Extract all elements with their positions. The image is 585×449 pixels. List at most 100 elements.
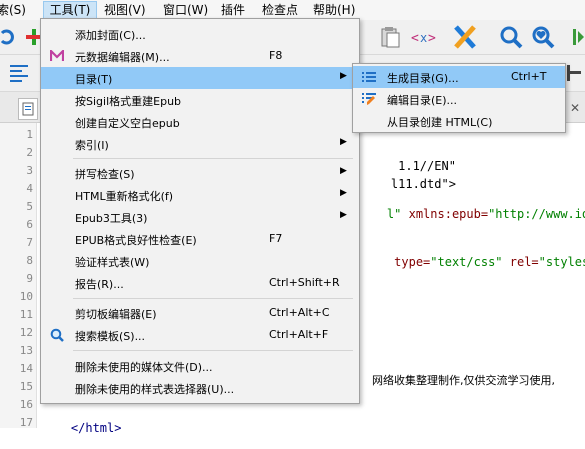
line-number-gutter: 1 2 3 4 5 6 7 8 9 10 11 12 13 14 15 16 1…	[0, 123, 37, 429]
line-number: 3	[26, 164, 33, 177]
menu-item-label: 按Sigil格式重建Epub	[75, 95, 182, 108]
search-template-icon	[49, 327, 65, 343]
menu-item-html-reformat[interactable]: HTML重新格式化(f) ▶	[41, 184, 359, 206]
x-logo-icon[interactable]	[452, 24, 478, 50]
menu-item-validate-stylesheets[interactable]: 验证样式表(W)	[41, 250, 359, 272]
menu-item-label: 创建自定义空白epub	[75, 117, 180, 130]
code-line-15: 网络收集整理制作,仅供交流学习使用,	[358, 359, 555, 401]
code-tag-icon[interactable]: < x >	[410, 24, 438, 50]
line-number: 9	[26, 272, 33, 285]
menu-separator	[73, 298, 353, 299]
menu-item-index[interactable]: 索引(I) ▶	[41, 133, 359, 155]
menu-item-label: HTML重新格式化(f)	[75, 190, 174, 203]
edit-toc-icon	[361, 91, 377, 107]
menu-help[interactable]: 帮助(H)	[313, 2, 355, 18]
menu-item-shortcut: Ctrl+Shift+R	[269, 276, 340, 289]
line-number: 12	[19, 326, 33, 339]
submenu-arrow-icon: ▶	[340, 71, 347, 81]
submenu-item-label: 编辑目录(E)...	[387, 94, 458, 107]
code-fragment: l11.dtd">	[390, 177, 456, 191]
svg-text:>: >	[428, 31, 436, 46]
submenu-arrow-icon: ▶	[340, 166, 347, 176]
code-fragment: l"	[386, 207, 409, 221]
menu-item-reports[interactable]: 报告(R)... Ctrl+Shift+R	[41, 272, 359, 294]
menu-item-label: 索引(I)	[75, 139, 109, 152]
menu-item-label: 搜索模板(S)...	[75, 330, 146, 343]
code-fragment: "styles	[538, 255, 585, 269]
submenu-item-shortcut: Ctrl+T	[511, 70, 547, 83]
tab-close-icon[interactable]: ✕	[568, 100, 582, 116]
menu-bar: 索(S) 工具(T) 视图(V) 窗口(W) 插件 检查点 帮助(H)	[0, 0, 585, 20]
svg-text:x: x	[420, 31, 427, 45]
menu-checkpoint[interactable]: 检查点	[262, 2, 298, 18]
heading-icon[interactable]	[565, 61, 585, 85]
menu-item-shortcut: F8	[269, 49, 283, 62]
submenu-item-label: 生成目录(G)...	[387, 72, 459, 85]
line-number: 6	[26, 218, 33, 231]
menu-view[interactable]: 视图(V)	[104, 2, 146, 18]
line-number: 13	[19, 344, 33, 357]
next-icon[interactable]	[570, 26, 585, 48]
menu-search[interactable]: 索(S)	[0, 2, 26, 18]
line-number: 10	[19, 290, 33, 303]
menu-item-delete-unused-media[interactable]: 删除未使用的媒体文件(D)...	[41, 355, 359, 377]
menu-item-create-blank-epub[interactable]: 创建自定义空白epub	[41, 111, 359, 133]
menu-item-shortcut: Ctrl+Alt+C	[269, 306, 330, 319]
tab-file-icon[interactable]	[18, 98, 38, 120]
line-number: 15	[19, 380, 33, 393]
menu-item-spellcheck[interactable]: 拼写检查(S) ▶	[41, 162, 359, 184]
code-fragment: "http://www.id	[488, 207, 585, 221]
tools-menu: 添加封面(C)... 元数据编辑器(M)... F8 目录(T) ▶ 按Sigi…	[40, 18, 360, 404]
toc-submenu: 生成目录(G)... Ctrl+T 编辑目录(E)... 从目录创建 HTML(…	[352, 63, 566, 133]
menu-item-rebuild-epub[interactable]: 按Sigil格式重建Epub	[41, 89, 359, 111]
line-number: 7	[26, 236, 33, 249]
paste-icon[interactable]	[378, 24, 404, 50]
code-fragment: </html>	[70, 421, 122, 435]
menu-window[interactable]: 窗口(W)	[163, 2, 208, 18]
menu-item-delete-unused-selectors[interactable]: 删除未使用的样式表选择器(U)...	[41, 377, 359, 399]
code-line-3: l" xmlns:epub="http://www.id	[358, 193, 585, 235]
submenu-item-edit-toc[interactable]: 编辑目录(E)...	[353, 88, 565, 110]
menu-item-wellformed-check[interactable]: EPUB格式良好性检查(E) F7	[41, 228, 359, 250]
line-number: 8	[26, 254, 33, 267]
line-number: 14	[19, 362, 33, 375]
menu-item-shortcut: F7	[269, 232, 283, 245]
menu-item-search-templates[interactable]: 搜索模板(S)... Ctrl+Alt+F	[41, 324, 359, 346]
code-fragment: type=	[394, 255, 431, 269]
line-number: 2	[26, 146, 33, 159]
line-number: 17	[19, 416, 33, 429]
generate-toc-icon	[361, 69, 377, 85]
menu-item-label: 报告(R)...	[75, 278, 124, 291]
menu-item-metadata-editor[interactable]: 元数据编辑器(M)... F8	[41, 45, 359, 67]
search-bookmark-icon[interactable]	[530, 24, 556, 50]
menu-item-label: 删除未使用的样式表选择器(U)...	[75, 383, 235, 396]
submenu-item-generate-toc[interactable]: 生成目录(G)... Ctrl+T	[353, 66, 565, 88]
code-fragment: rel=	[509, 255, 539, 269]
code-fragment: 网络收集整理制作,仅供交流学习使用,	[372, 374, 555, 387]
redo-icon[interactable]	[0, 26, 14, 48]
svg-text:<: <	[411, 31, 419, 46]
menu-item-label: 元数据编辑器(M)...	[75, 51, 170, 64]
metadata-icon	[49, 48, 65, 64]
menu-tools[interactable]: 工具(T)	[43, 1, 97, 19]
code-fragment: xmlns:epub=	[408, 207, 489, 221]
code-line-17: </html>	[42, 407, 122, 449]
line-number: 4	[26, 182, 33, 195]
menu-plugins[interactable]: 插件	[221, 2, 245, 18]
submenu-item-create-html-from-toc[interactable]: 从目录创建 HTML(C)	[353, 110, 565, 132]
align-icon[interactable]	[6, 61, 32, 85]
menu-item-label: Epub3工具(3)	[75, 212, 148, 225]
line-number: 5	[26, 200, 33, 213]
search-icon[interactable]	[498, 24, 524, 50]
menu-item-label: 目录(T)	[75, 73, 113, 86]
line-number: 1	[26, 128, 33, 141]
menu-item-label: 拼写检查(S)	[75, 168, 135, 181]
menu-item-add-cover[interactable]: 添加封面(C)...	[41, 23, 359, 45]
submenu-arrow-icon: ▶	[340, 188, 347, 198]
code-line-6: type="text/css" rel="styles	[358, 241, 585, 283]
menu-item-clipboard-editor[interactable]: 剪切板编辑器(E) Ctrl+Alt+C	[41, 302, 359, 324]
menu-item-toc[interactable]: 目录(T) ▶	[41, 67, 359, 89]
menu-item-epub3-tools[interactable]: Epub3工具(3) ▶	[41, 206, 359, 228]
menu-separator	[73, 350, 353, 351]
menu-item-label: 验证样式表(W)	[75, 256, 150, 269]
